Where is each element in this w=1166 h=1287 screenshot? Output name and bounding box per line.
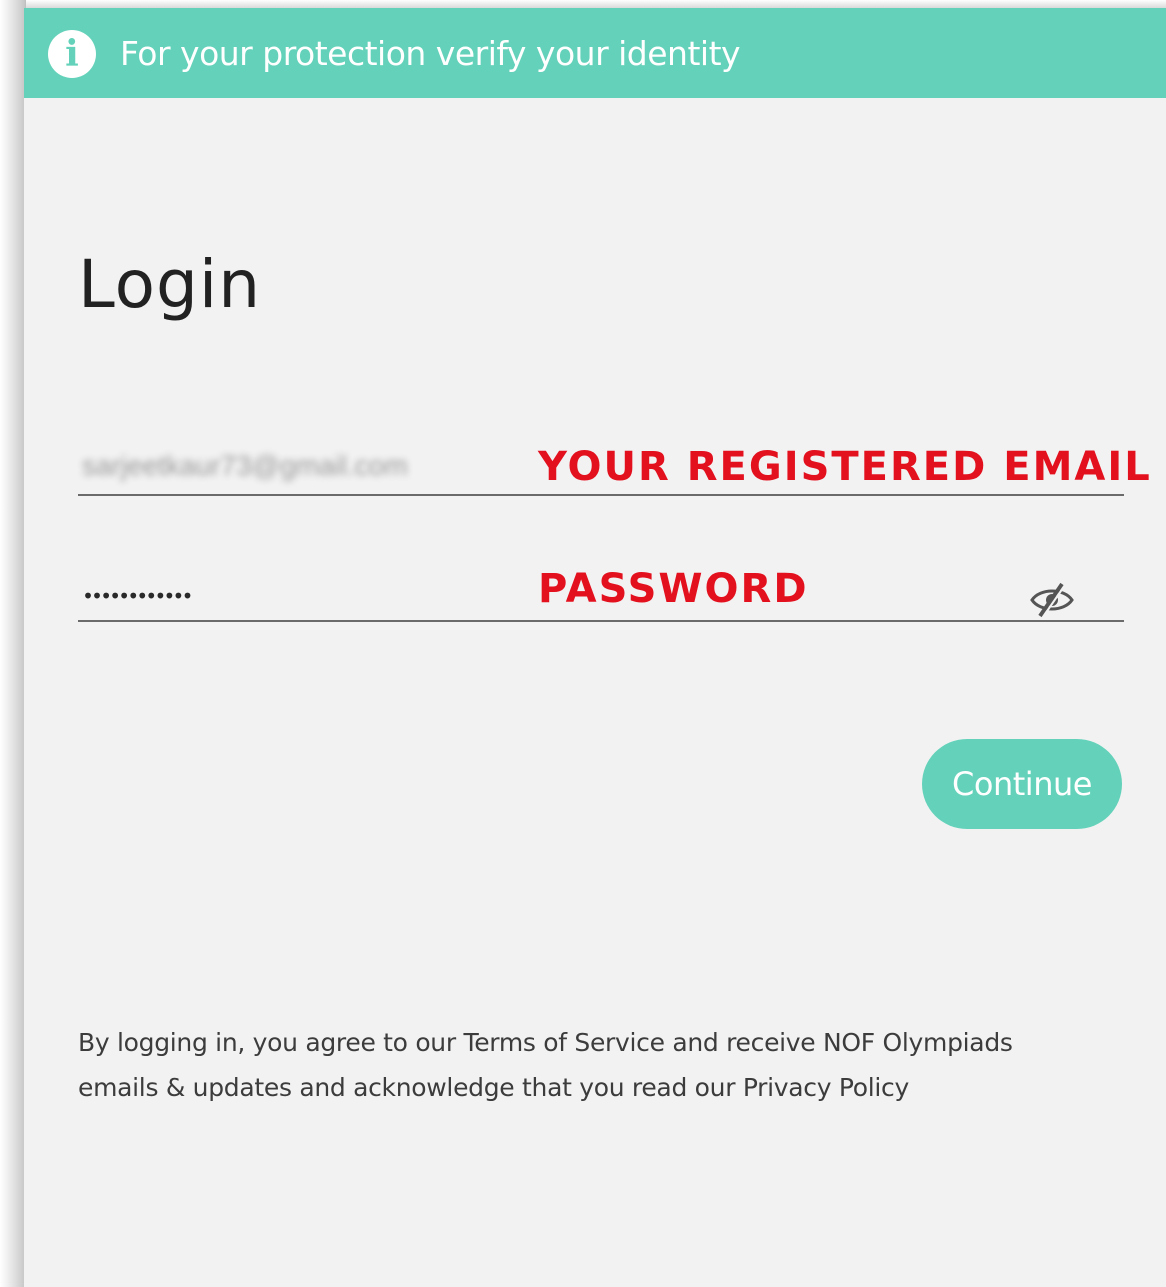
email-annotation-label: YOUR REGISTERED EMAIL: [538, 444, 1152, 490]
banner-message: For your protection verify your identity: [120, 34, 741, 73]
page-title: Login: [78, 246, 262, 323]
password-field[interactable]: •••••••••••• PASSWORD: [78, 552, 1124, 622]
email-field[interactable]: sarjeetkaur73@gmail.com YOUR REGISTERED …: [78, 426, 1150, 496]
terms-disclaimer: By logging in, you agree to our Terms of…: [78, 1020, 1138, 1110]
window-shadow-left: [0, 0, 26, 1287]
login-card: i For your protection verify your identi…: [24, 8, 1166, 1287]
email-input-value[interactable]: sarjeetkaur73@gmail.com: [82, 446, 572, 486]
continue-button[interactable]: Continue: [922, 739, 1122, 829]
password-annotation-label: PASSWORD: [538, 566, 809, 612]
info-icon: i: [48, 30, 96, 78]
window-shadow-top: [0, 0, 1166, 8]
verification-banner: i For your protection verify your identi…: [24, 8, 1166, 98]
password-input-value[interactable]: ••••••••••••: [82, 576, 193, 616]
disclaimer-line-1: By logging in, you agree to our Terms of…: [78, 1028, 1013, 1057]
eye-slash-icon[interactable]: [1028, 580, 1076, 620]
disclaimer-line-2: emails & updates and acknowledge that yo…: [78, 1073, 910, 1102]
